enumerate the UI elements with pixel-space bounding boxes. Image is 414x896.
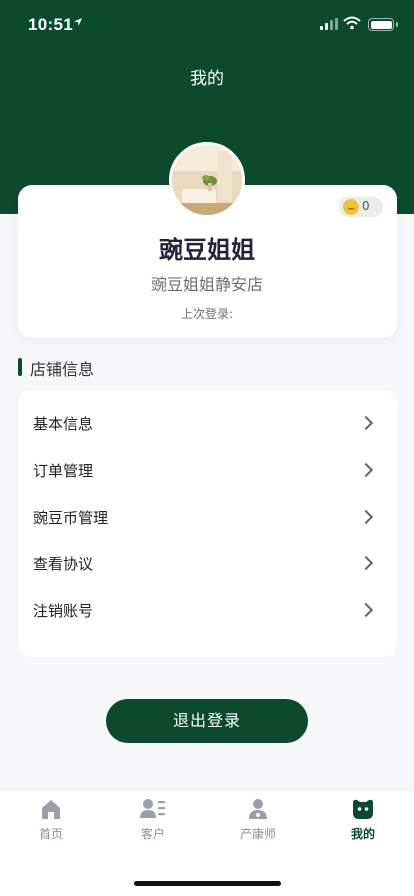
chevron-right-icon bbox=[358, 462, 374, 478]
menu-item-label: 查看协议 bbox=[33, 555, 94, 573]
chevron-right-icon bbox=[358, 415, 374, 431]
section-title: 店铺信息 bbox=[30, 360, 95, 379]
page-title: 我的 bbox=[190, 69, 224, 89]
menu-item-coins[interactable]: 豌豆币管理 bbox=[18, 495, 397, 541]
tab-profile[interactable]: 我的 bbox=[323, 797, 403, 843]
therapist-icon bbox=[249, 799, 267, 819]
home-indicator bbox=[134, 881, 281, 886]
status-bar: 10:51 bbox=[0, 0, 414, 50]
store-avatar[interactable] bbox=[169, 142, 245, 218]
chevron-right-icon bbox=[358, 509, 374, 525]
logout-button[interactable]: 退出登录 bbox=[106, 699, 308, 743]
tab-label: 客户 bbox=[140, 827, 165, 841]
battery-icon bbox=[368, 18, 398, 31]
coin-badge[interactable]: 0 bbox=[339, 197, 383, 217]
location-arrow-icon bbox=[74, 18, 82, 26]
tab-customers[interactable]: 客户 bbox=[113, 797, 193, 843]
menu-item-label: 基本信息 bbox=[33, 415, 94, 433]
profile-name: 豌豆姐姐 bbox=[159, 236, 255, 264]
menu-item-orders[interactable]: 订单管理 bbox=[18, 448, 397, 494]
wifi-icon bbox=[343, 16, 361, 30]
tab-label: 产康师 bbox=[239, 827, 276, 841]
signal-icon bbox=[320, 18, 338, 30]
chevron-right-icon bbox=[358, 555, 374, 571]
store-photo-image bbox=[172, 145, 242, 215]
menu-item-delete-account[interactable]: 注销账号 bbox=[18, 588, 397, 634]
store-name: 豌豆姐姐静安店 bbox=[150, 275, 263, 294]
customers-icon bbox=[140, 799, 165, 818]
menu-item-agreement[interactable]: 查看协议 bbox=[18, 541, 397, 587]
menu-item-label: 豌豆币管理 bbox=[33, 509, 109, 527]
tab-label: 首页 bbox=[38, 827, 63, 841]
last-login-label: 上次登录: bbox=[180, 307, 234, 321]
coin-icon bbox=[343, 199, 359, 215]
store-menu: 基本信息 订单管理 豌豆币管理 查看协议 注销账号 bbox=[18, 390, 397, 657]
tab-label: 我的 bbox=[350, 827, 375, 841]
profile-icon bbox=[353, 799, 373, 819]
tab-home[interactable]: 首页 bbox=[11, 797, 91, 843]
home-icon bbox=[42, 800, 60, 819]
coin-count: 0 bbox=[362, 199, 370, 213]
chevron-right-icon bbox=[358, 602, 374, 618]
section-accent-bar bbox=[18, 358, 22, 376]
menu-item-label: 注销账号 bbox=[33, 602, 94, 620]
menu-item-basic-info[interactable]: 基本信息 bbox=[18, 401, 397, 447]
menu-item-label: 订单管理 bbox=[33, 462, 94, 480]
tab-therapists[interactable]: 产康师 bbox=[218, 797, 298, 843]
status-time: 10:51 bbox=[28, 15, 73, 34]
